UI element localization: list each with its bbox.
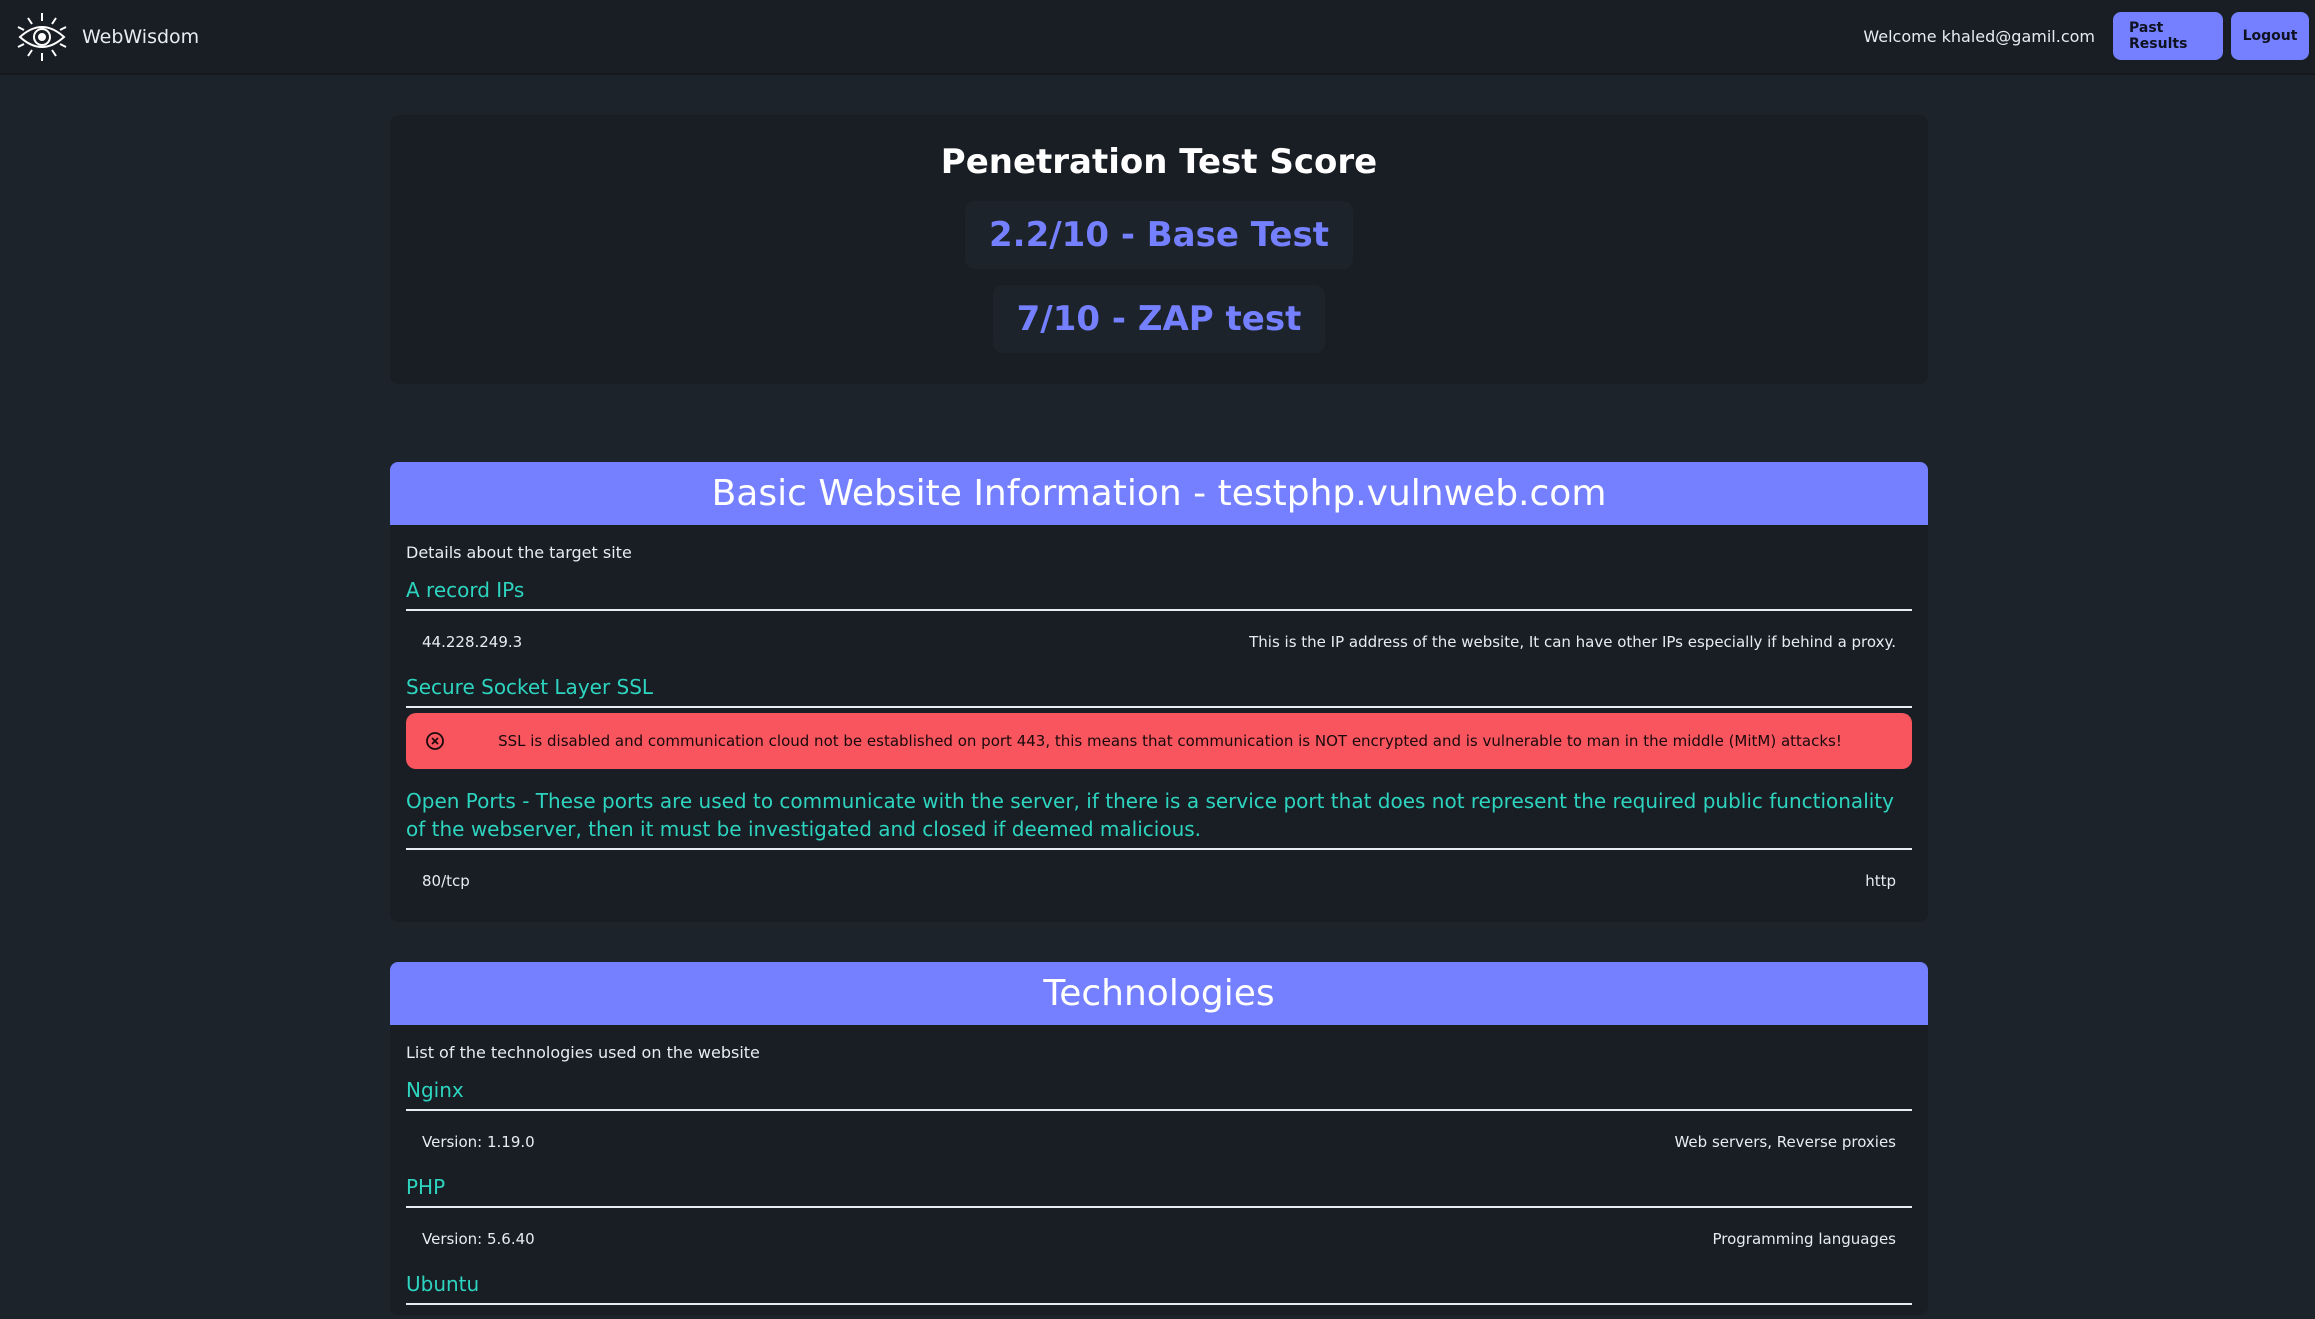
score-card: Penetration Test Score 2.2/10 - Base Tes… <box>390 115 1928 384</box>
port-row: 80/tcp http <box>406 850 1912 912</box>
port-number: 80/tcp <box>422 872 470 890</box>
tech-name-php: PHP <box>406 1173 1912 1208</box>
ip-note: This is the IP address of the website, I… <box>1249 633 1896 651</box>
zap-test-score: 7/10 - ZAP test <box>992 285 1326 353</box>
ssl-alert: SSL is disabled and communication cloud … <box>406 713 1912 769</box>
brand[interactable]: WebWisdom <box>14 8 199 66</box>
technologies-body: List of the technologies used on the web… <box>390 1025 1928 1315</box>
ssl-alert-text: SSL is disabled and communication cloud … <box>498 732 1842 750</box>
basic-info-body: Details about the target site A record I… <box>390 525 1928 922</box>
circle-x-icon <box>426 732 444 750</box>
technologies-section: Technologies List of the technologies us… <box>390 962 1928 1315</box>
score-title: Penetration Test Score <box>940 142 1378 182</box>
ip-address: 44.228.249.3 <box>422 633 523 651</box>
eye-logo-icon <box>17 13 67 61</box>
tech-name-nginx: Nginx <box>406 1076 1912 1111</box>
basic-info-header: Basic Website Information - testphp.vuln… <box>390 462 1928 525</box>
tech-row-nginx: Version: 1.19.0 Web servers, Reverse pro… <box>406 1111 1912 1173</box>
tech-name-ubuntu: Ubuntu <box>406 1270 1912 1305</box>
basic-info-section: Basic Website Information - testphp.vuln… <box>390 462 1928 922</box>
a-record-row: 44.228.249.3 This is the IP address of t… <box>406 611 1912 673</box>
tech-version: Version: 5.6.40 <box>422 1230 535 1248</box>
tech-row-php: Version: 5.6.40 Programming languages <box>406 1208 1912 1270</box>
logout-button[interactable]: Logout <box>2231 12 2309 60</box>
port-service: http <box>1865 872 1896 890</box>
welcome-text: Welcome khaled@gamil.com <box>1863 26 2095 46</box>
technologies-description: List of the technologies used on the web… <box>406 1043 760 1062</box>
tech-category: Programming languages <box>1712 1230 1896 1248</box>
base-test-score: 2.2/10 - Base Test <box>965 201 1353 269</box>
nav-actions: Welcome khaled@gamil.com Past Results Lo… <box>1863 12 2309 60</box>
past-results-button[interactable]: Past Results <box>2113 12 2223 60</box>
tech-version: Version: 1.19.0 <box>422 1133 535 1151</box>
navbar: WebWisdom Welcome khaled@gamil.com Past … <box>0 0 2315 75</box>
tech-category: Web servers, Reverse proxies <box>1674 1133 1896 1151</box>
brand-name: WebWisdom <box>82 26 200 48</box>
a-record-title: A record IPs <box>406 576 1912 611</box>
basic-info-description: Details about the target site <box>406 543 632 562</box>
ssl-title: Secure Socket Layer SSL <box>406 673 1912 708</box>
open-ports-title: Open Ports - These ports are used to com… <box>406 787 1912 850</box>
technologies-header: Technologies <box>390 962 1928 1025</box>
main-content: Penetration Test Score 2.2/10 - Base Tes… <box>390 115 1928 1315</box>
